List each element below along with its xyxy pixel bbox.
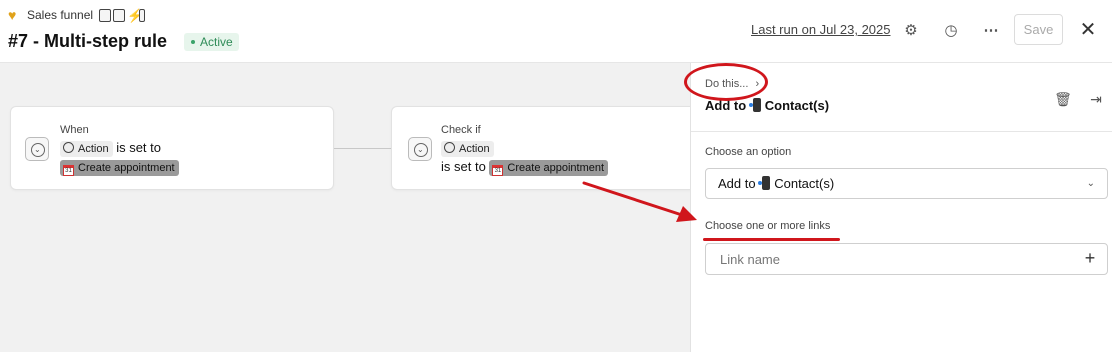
close-icon[interactable]: ✕ [1077, 19, 1099, 41]
chevron-down-icon: ⌄ [1086, 178, 1095, 189]
choose-option-label: Choose an option [705, 146, 792, 158]
link-name-input[interactable] [705, 243, 1108, 275]
page-title: #7 - Multi-step rule [8, 31, 168, 51]
chart-icon [99, 8, 112, 22]
gear-icon [444, 141, 455, 153]
value-chip: 31 Create appointment [489, 159, 609, 176]
collapse-toggle-icon[interactable]: ⌄ [25, 137, 49, 161]
gear-icon [63, 141, 74, 153]
node-label: When [60, 124, 89, 136]
value-line: is set to 31 Create appointment [441, 159, 609, 176]
add-link-icon[interactable]: + [1080, 248, 1100, 268]
more-horizontal-icon[interactable]: ⋯ [979, 19, 1003, 43]
workflow-canvas[interactable]: ⌄ When Action is set to 31 Create appoint… [0, 63, 711, 352]
status-badge: Active [184, 33, 239, 51]
gear-icon[interactable]: ⚙ [899, 19, 923, 43]
breadcrumb-label: Sales funnel [27, 8, 94, 22]
field-chip: Action [60, 140, 113, 157]
calendar-icon: 31 [63, 164, 74, 176]
annotation-underline [703, 238, 840, 241]
panel-divider [691, 131, 1112, 132]
condition-node[interactable]: ⌄ Check if Action is set to 31 Create app… [391, 106, 711, 190]
operator-text: is set to [116, 140, 161, 155]
breadcrumb-emoji-group: ⚡ [99, 7, 146, 23]
calendar-icon: 31 [492, 164, 504, 176]
value-chip: 31 Create appointment [60, 159, 179, 176]
breadcrumb[interactable]: ♥ Sales funnel ⚡ [8, 6, 146, 23]
condition-line: Action [441, 140, 494, 157]
lightning-icon: ⚡ [127, 7, 144, 23]
option-select[interactable]: Add to Contact(s) ⌄ [705, 168, 1108, 199]
annotation-ellipse [684, 63, 768, 101]
paperclip-icon [139, 8, 146, 22]
header: ♥ Sales funnel ⚡ #7 - Multi-step rule Ac… [0, 0, 1112, 63]
save-button[interactable]: Save [1014, 14, 1063, 45]
value-line: 31 Create appointment [60, 159, 179, 176]
condition-line: Action is set to [60, 140, 161, 157]
collapse-panel-icon[interactable]: ⇥ [1085, 88, 1107, 110]
phone-icon [748, 98, 761, 112]
node-connector [334, 148, 391, 149]
links-label: Choose one or more links [705, 220, 831, 232]
collapse-toggle-icon[interactable]: ⌄ [408, 137, 432, 161]
node-label: Check if [441, 124, 481, 136]
clock-icon[interactable]: ◷ [939, 19, 963, 43]
trigger-node[interactable]: ⌄ When Action is set to 31 Create appoint… [10, 106, 334, 190]
field-chip: Action [441, 140, 494, 157]
scroll-icon [113, 8, 126, 22]
trash-icon[interactable]: 🗑 [1052, 88, 1074, 110]
operator-text: is set to [441, 159, 486, 174]
last-run-link[interactable]: Last run on Jul 23, 2025 [751, 22, 891, 37]
phone-icon [758, 176, 771, 190]
heart-icon: ♥ [8, 6, 17, 23]
action-panel: Do this... › Add to Contact(s) 🗑 ⇥ Choos… [690, 63, 1112, 352]
